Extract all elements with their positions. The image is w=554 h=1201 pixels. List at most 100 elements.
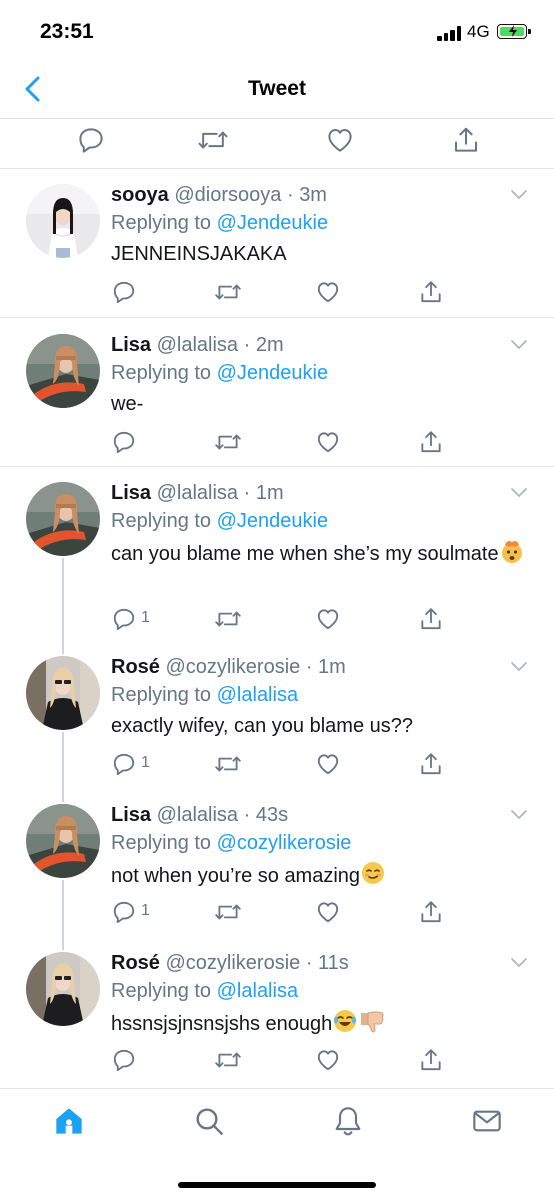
tweet-text: hssnsjsjnsnsjshs enough: [111, 1008, 541, 1039]
thread-line: [62, 732, 64, 788]
display-name[interactable]: Rosé: [111, 952, 160, 974]
replying-to-label: Replying to: [111, 362, 217, 384]
reply-tweet[interactable]: sooya @diorsooya · 3m Replying to @Jendeu…: [0, 168, 554, 318]
reply-count: 1: [141, 902, 150, 919]
like-icon[interactable]: [315, 899, 341, 925]
share-icon[interactable]: [418, 1047, 444, 1073]
avatar[interactable]: [26, 184, 100, 258]
share-icon[interactable]: [418, 429, 444, 455]
display-name[interactable]: Lisa: [111, 334, 151, 356]
thread-line: [62, 936, 64, 950]
tweet-header: sooya @diorsooya · 3m: [111, 184, 327, 207]
reply-tweet[interactable]: Rosé @cozylikerosie · 1m Replying to @lal…: [0, 640, 554, 788]
home-icon[interactable]: [53, 1105, 85, 1137]
chevron-down-icon[interactable]: [509, 188, 529, 202]
home-indicator: [178, 1182, 376, 1188]
tweet-text-content: not when you’re so amazing: [111, 865, 361, 887]
avatar[interactable]: [26, 656, 100, 730]
display-name[interactable]: sooya: [111, 184, 169, 206]
chevron-down-icon[interactable]: [509, 956, 529, 970]
tweet-text: we-: [111, 390, 541, 419]
thread-line: [62, 788, 64, 802]
reply-icon[interactable]: [111, 1047, 137, 1073]
timestamp: 2m: [255, 334, 284, 356]
mention-link[interactable]: @lalalisa: [217, 980, 298, 1002]
tweet-actions: [111, 1047, 551, 1073]
page-title: Tweet: [248, 77, 306, 100]
share-icon[interactable]: [451, 125, 481, 155]
display-name[interactable]: Lisa: [111, 804, 151, 826]
mention-link[interactable]: @Jendeukie: [217, 362, 328, 384]
chevron-down-icon[interactable]: [509, 660, 529, 674]
chevron-down-icon[interactable]: [509, 338, 529, 352]
reply-count: 1: [141, 609, 150, 626]
chevron-down-icon[interactable]: [509, 486, 529, 500]
tweet-header: Lisa @lalalisa · 2m: [111, 334, 284, 357]
reply-tweet[interactable]: Rosé @cozylikerosie · 11s Replying to @la…: [0, 936, 554, 1089]
retweet-icon[interactable]: [214, 1047, 242, 1073]
retweet-icon[interactable]: [214, 899, 242, 925]
emoji-icon: [499, 541, 525, 565]
retweet-icon[interactable]: [214, 429, 242, 455]
username-handle: @lalalisa: [156, 482, 239, 504]
share-icon[interactable]: [418, 606, 444, 632]
like-icon[interactable]: [325, 125, 355, 155]
tweet-text-content: we-: [111, 393, 144, 415]
retweet-icon[interactable]: [214, 279, 242, 305]
reply-icon[interactable]: [76, 125, 106, 155]
like-icon[interactable]: [315, 606, 341, 632]
tweet-text-content: can you blame me when she’s my soulmate: [111, 543, 499, 565]
like-icon[interactable]: [315, 1047, 341, 1073]
like-icon[interactable]: [315, 751, 341, 777]
like-icon[interactable]: [315, 279, 341, 305]
display-name[interactable]: Rosé: [111, 656, 160, 678]
timestamp: 43s: [255, 804, 289, 826]
avatar[interactable]: [26, 804, 100, 878]
reply-icon[interactable]: 1: [111, 751, 150, 777]
reply-icon[interactable]: 1: [111, 899, 150, 925]
messages-icon[interactable]: [471, 1105, 503, 1137]
share-icon[interactable]: [418, 751, 444, 777]
tweet-text: can you blame me when she’s my soulmate: [111, 538, 541, 569]
network-label: 4G: [467, 22, 490, 41]
mention-link[interactable]: @lalalisa: [217, 684, 298, 706]
main-tweet-actions: [0, 119, 554, 169]
tweet-actions: 1: [111, 751, 551, 777]
reply-tweet[interactable]: Lisa @lalalisa · 43s Replying to @cozylik…: [0, 788, 554, 936]
reply-tweet[interactable]: Lisa @lalalisa · 1m Replying to @Jendeuki…: [0, 466, 554, 640]
avatar[interactable]: [26, 952, 100, 1026]
mention-link[interactable]: @Jendeukie: [217, 212, 328, 234]
avatar[interactable]: [26, 482, 100, 556]
nav-bar: Tweet: [0, 64, 554, 119]
tweet-actions: [111, 279, 551, 305]
mention-link[interactable]: @cozylikerosie: [217, 832, 352, 854]
display-name[interactable]: Lisa: [111, 482, 151, 504]
mention-link[interactable]: @Jendeukie: [217, 510, 328, 532]
share-icon[interactable]: [418, 279, 444, 305]
retweet-icon[interactable]: [214, 606, 242, 632]
battery-icon: [497, 24, 531, 39]
like-icon[interactable]: [315, 429, 341, 455]
replying-to: Replying to @lalalisa: [111, 980, 298, 1003]
reply-icon[interactable]: [111, 279, 137, 305]
reply-icon[interactable]: 1: [111, 606, 150, 632]
share-icon[interactable]: [418, 899, 444, 925]
status-time: 23:51: [40, 20, 94, 43]
dot-separator: ·: [238, 804, 256, 826]
username-handle: @cozylikerosie: [165, 952, 301, 974]
chevron-down-icon[interactable]: [509, 808, 529, 822]
notifications-icon[interactable]: [332, 1105, 364, 1137]
dot-separator: ·: [300, 952, 319, 974]
search-icon[interactable]: [193, 1105, 225, 1137]
tweet-actions: [111, 429, 551, 455]
avatar[interactable]: [26, 334, 100, 408]
replying-to-label: Replying to: [111, 980, 217, 1002]
tweet-text-content: hssnsjsjnsnsjshs enough: [111, 1013, 333, 1035]
replying-to-label: Replying to: [111, 510, 217, 532]
timestamp: 1m: [318, 656, 346, 678]
retweet-icon[interactable]: [197, 125, 228, 155]
reply-icon[interactable]: [111, 429, 137, 455]
replying-to-label: Replying to: [111, 684, 217, 706]
reply-tweet[interactable]: Lisa @lalalisa · 2m Replying to @Jendeuki…: [0, 318, 554, 467]
retweet-icon[interactable]: [214, 751, 242, 777]
